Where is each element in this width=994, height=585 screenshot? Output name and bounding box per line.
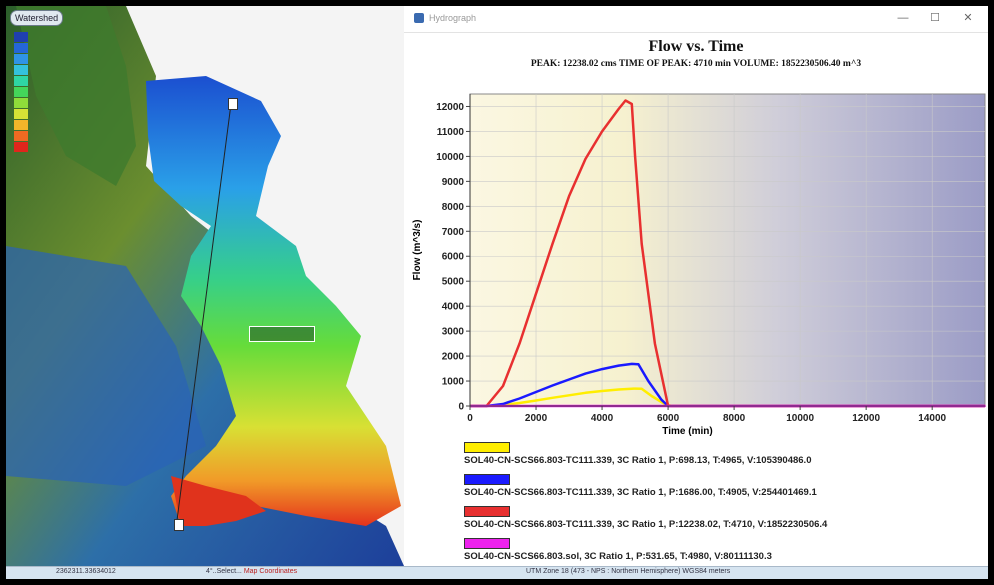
legend-color-swatch [14,32,28,42]
data-point [568,394,570,397]
data-point [584,372,587,375]
x-tick-label: 8000 [723,413,746,424]
legend-color-swatch [14,54,28,64]
data-point [551,242,554,245]
data-point [518,342,521,345]
data-point [633,387,635,390]
data-point [568,195,570,198]
x-tick-label: 2000 [525,413,548,424]
status-selection: 4°..Select... Map Coordinates [206,568,298,575]
data-point [502,385,504,387]
data-point [640,387,643,390]
data-point [617,388,620,391]
status-projection: UTM Zone 18 (473 - NPS : Northern Hemisp… [526,568,731,575]
y-axis-label: Flow (m^3/s) [412,220,423,281]
x-tick-label: 10000 [786,413,814,424]
y-tick-label: 7000 [442,227,465,238]
outlet-marker[interactable] [174,519,184,531]
data-point [601,130,603,133]
data-point [601,368,603,370]
data-point [617,108,620,110]
x-tick-label: 12000 [852,413,880,424]
data-point [617,364,620,367]
data-point [660,398,663,401]
basin-label[interactable] [249,326,315,342]
data-point [634,155,636,158]
y-tick-label: 6000 [442,252,465,263]
data-point [654,342,656,345]
y-tick-label: 9000 [442,177,465,188]
data-point [584,391,587,394]
legend-swatch [464,506,510,517]
map-layer-title[interactable]: Watershed [10,10,64,26]
data-point [535,391,537,393]
y-tick-label: 0 [458,402,464,413]
x-axis-label: Time (min) [662,426,712,437]
legend-color-swatch [14,109,28,119]
legend-color-swatch [14,120,28,130]
x-tick-label: 4000 [591,413,614,424]
data-point [502,403,504,405]
data-point [551,396,554,399]
legend-label: SOL40-CN-SCS66.803-TC111.339, 3C Ratio 1… [464,519,828,530]
legend-label: SOL40-CN-SCS66.803.sol, 3C Ratio 1, P:53… [464,551,772,562]
app-frame: Watershed Hydrograph — ☐ ✕ Flow vs. Time… [6,6,988,579]
data-point [601,390,603,392]
hydrograph-chart[interactable]: 0 1000 2000 3000 4000 5000 6000 7000 8000 9000 100… [404,6,988,446]
legend-swatch [464,474,510,485]
y-tick-label: 5000 [442,277,465,288]
legend-color-swatch [14,43,28,53]
data-point [535,399,537,402]
y-tick-label: 10000 [436,152,464,163]
plot-area [469,93,986,407]
legend-color-swatch [14,98,28,108]
x-tick-label: 14000 [918,413,946,424]
data-point [637,363,640,366]
data-point [630,103,633,105]
x-tick-label: 0 [467,413,473,424]
legend-swatch [464,442,510,453]
data-point [650,395,653,397]
map-coordinates-link[interactable]: Map Coordinates [244,568,297,575]
legend-color-swatch [14,142,28,152]
data-point [518,402,521,404]
watershed-map-view[interactable]: Watershed [6,6,404,566]
y-tick-label: 8000 [442,202,465,213]
y-tick-label: 4000 [442,302,465,313]
terrain-map[interactable] [6,6,404,566]
x-tick-label: 6000 [657,413,680,424]
data-point [624,99,627,102]
legend-label: SOL40-CN-SCS66.803-TC111.339, 3C Ratio 1… [464,455,812,466]
data-point [518,397,521,400]
data-point [568,378,570,381]
data-point [640,242,643,245]
data-point [631,363,633,365]
legend-swatch [464,538,510,549]
upstream-marker[interactable] [228,98,238,110]
status-cursor-coords: 2362311.33634012 [56,568,116,575]
y-tick-label: 1000 [442,377,465,388]
legend-color-swatch [14,76,28,86]
status-bar: 2362311.33634012 4°..Select... Map Coord… [6,566,988,579]
data-point [535,292,537,295]
legend-label: SOL40-CN-SCS66.803-TC111.339, 3C Ratio 1… [464,487,817,498]
y-tick-label: 11000 [437,127,465,138]
data-point [647,380,650,382]
legend-color-swatch [14,87,28,97]
data-point [551,384,554,387]
hydrograph-window: Hydrograph — ☐ ✕ Flow vs. Time PEAK: 122… [404,6,988,566]
legend-color-swatch [14,65,28,75]
data-point [584,158,587,160]
y-tick-label: 2000 [442,352,465,363]
legend-color-swatch [14,131,28,141]
y-tick-label: 3000 [442,327,465,338]
y-tick-label: 12000 [436,102,464,113]
